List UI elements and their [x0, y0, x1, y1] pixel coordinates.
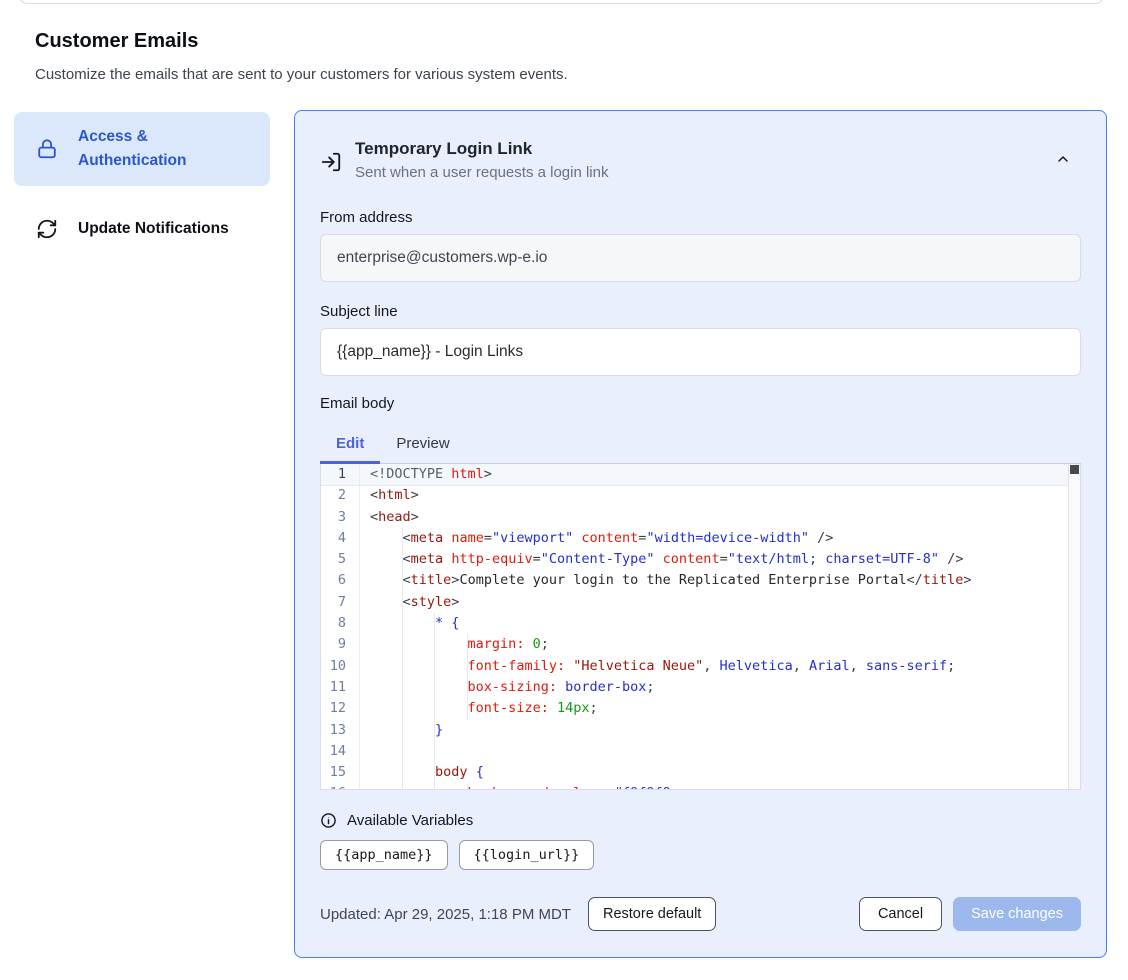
variable-chips: {{app_name}} {{login_url}} — [320, 840, 1081, 870]
subject-line-label: Subject line — [320, 303, 1081, 320]
email-types-sidebar: Access & Authentication Update Notificat… — [14, 112, 270, 253]
code-line: 6 <title>Complete your login to the Repl… — [321, 570, 1080, 591]
line-number: 1 — [321, 464, 360, 485]
line-number: 13 — [321, 720, 360, 741]
code-line: 15 body { — [321, 762, 1080, 783]
tab-preview[interactable]: Preview — [380, 426, 465, 463]
code-line: 16 background-color: #f9f9f9; — [321, 783, 1080, 790]
line-number: 3 — [321, 507, 360, 528]
email-body-label: Email body — [320, 395, 1081, 412]
code-editor[interactable]: 1<!DOCTYPE html>2<html>3<head>4 <meta na… — [320, 464, 1081, 790]
info-icon — [320, 812, 337, 829]
available-variables-label: Available Variables — [347, 812, 473, 829]
page-title: Customer Emails — [35, 30, 198, 53]
code-line: 1<!DOCTYPE html> — [321, 464, 1080, 485]
refresh-icon — [36, 218, 58, 240]
code-line-content: <html> — [360, 485, 1080, 506]
login-icon — [320, 151, 342, 173]
code-line-content: <meta http-equiv="Content-Type" content=… — [360, 549, 1080, 570]
tab-edit[interactable]: Edit — [320, 426, 380, 463]
from-address-input[interactable] — [320, 234, 1081, 282]
panel-header-text: Temporary Login Link Sent when a user re… — [355, 137, 608, 185]
email-body-tabbar: Edit Preview — [320, 426, 1081, 464]
line-number: 2 — [321, 485, 360, 506]
code-line: 8 * { — [321, 613, 1080, 634]
panel-footer: Updated: Apr 29, 2025, 1:18 PM MDT Resto… — [320, 897, 1081, 931]
code-line: 12 font-size: 14px; — [321, 698, 1080, 719]
code-line: 14 — [321, 741, 1080, 762]
line-number: 12 — [321, 698, 360, 719]
line-number: 9 — [321, 634, 360, 655]
from-address-label: From address — [320, 209, 1081, 226]
variable-chip-login-url[interactable]: {{login_url}} — [459, 840, 595, 870]
code-line: 3<head> — [321, 507, 1080, 528]
line-number: 4 — [321, 528, 360, 549]
panel-title: Temporary Login Link — [355, 137, 608, 161]
line-number: 7 — [321, 592, 360, 613]
page-subtitle: Customize the emails that are sent to yo… — [35, 66, 568, 83]
code-line-content: <!DOCTYPE html> — [360, 464, 1080, 485]
code-line-content: } — [360, 720, 1080, 741]
code-line: 2<html> — [321, 485, 1080, 506]
code-line: 9 margin: 0; — [321, 634, 1080, 655]
line-number: 6 — [321, 570, 360, 591]
restore-default-button[interactable]: Restore default — [588, 897, 716, 931]
line-number: 5 — [321, 549, 360, 570]
code-line-content: * { — [360, 613, 1080, 634]
code-line-content: <meta name="viewport" content="width=dev… — [360, 528, 1080, 549]
line-number: 8 — [321, 613, 360, 634]
available-variables-row: Available Variables — [320, 812, 1081, 829]
editor-scrollbar-thumb[interactable] — [1070, 465, 1079, 474]
updated-timestamp: Updated: Apr 29, 2025, 1:18 PM MDT — [320, 906, 571, 923]
code-line-content: <title>Complete your login to the Replic… — [360, 570, 1080, 591]
code-line-content: <style> — [360, 592, 1080, 613]
code-line-content: <head> — [360, 507, 1080, 528]
save-changes-button[interactable]: Save changes — [953, 897, 1081, 931]
code-line: 11 box-sizing: border-box; — [321, 677, 1080, 698]
subject-line-input[interactable] — [320, 328, 1081, 376]
code-line: 5 <meta http-equiv="Content-Type" conten… — [321, 549, 1080, 570]
line-number: 16 — [321, 783, 360, 790]
code-line: 10 font-family: "Helvetica Neue", Helvet… — [321, 656, 1080, 677]
panel-header: Temporary Login Link Sent when a user re… — [320, 137, 1081, 185]
code-line: 13 } — [321, 720, 1080, 741]
line-number: 15 — [321, 762, 360, 783]
line-number: 10 — [321, 656, 360, 677]
sidebar-item-update-notifications[interactable]: Update Notifications — [14, 205, 270, 253]
code-line-content: font-family: "Helvetica Neue", Helvetica… — [360, 656, 1080, 677]
line-number: 14 — [321, 741, 360, 762]
code-line-content: box-sizing: border-box; — [360, 677, 1080, 698]
editor-scrollbar[interactable] — [1068, 464, 1080, 789]
sidebar-item-access-authentication[interactable]: Access & Authentication — [14, 112, 270, 186]
panel-subtitle: Sent when a user requests a login link — [355, 161, 608, 185]
chevron-up-icon — [1055, 151, 1079, 167]
variable-chip-app-name[interactable]: {{app_name}} — [320, 840, 448, 870]
cancel-button[interactable]: Cancel — [859, 897, 942, 931]
code-line-content: font-size: 14px; — [360, 698, 1080, 719]
temporary-login-link-panel: Temporary Login Link Sent when a user re… — [294, 110, 1107, 958]
line-number: 11 — [321, 677, 360, 698]
lock-icon — [36, 138, 58, 160]
code-line-content — [360, 741, 1080, 762]
code-line: 4 <meta name="viewport" content="width=d… — [321, 528, 1080, 549]
collapse-panel-button[interactable] — [1055, 147, 1079, 171]
sidebar-item-label: Update Notifications — [78, 217, 229, 241]
code-line-content: background-color: #f9f9f9; — [360, 783, 1080, 790]
previous-card-bottom-edge — [18, 0, 1105, 4]
code-line-content: margin: 0; — [360, 634, 1080, 655]
code-editor-lines: 1<!DOCTYPE html>2<html>3<head>4 <meta na… — [321, 464, 1080, 790]
sidebar-item-label: Access & Authentication — [78, 125, 256, 173]
code-line-content: body { — [360, 762, 1080, 783]
code-line: 7 <style> — [321, 592, 1080, 613]
